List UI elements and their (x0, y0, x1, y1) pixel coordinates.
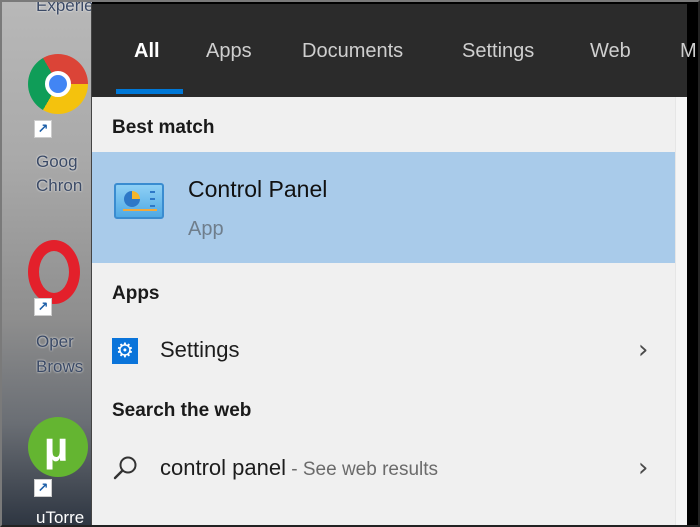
section-title-best-match: Best match (112, 117, 215, 138)
desktop-icon-label-experience[interactable]: Experie (36, 2, 92, 16)
best-match-name: Control Panel (188, 176, 328, 202)
web-search-text: control panel - See web results (160, 455, 438, 481)
web-search-result[interactable]: control panel - See web results › (92, 444, 674, 494)
screenshot-frame: Experie ↗ Goog Chron ↗ Oper Brows ↗ uTor… (0, 0, 700, 527)
chevron-right-icon[interactable]: › (638, 335, 648, 365)
scrollbar-track[interactable] (675, 97, 687, 525)
section-title-search-web: Search the web (112, 400, 252, 421)
best-match-result[interactable]: Control Panel App (92, 152, 687, 263)
desktop-icon-label-utorrent: uTorre (36, 508, 85, 527)
desktop-icon-opera[interactable] (28, 240, 92, 304)
app-result-settings[interactable]: ⚙ Settings › (92, 326, 674, 376)
control-panel-icon-dot (150, 205, 155, 207)
opera-icon (28, 240, 80, 304)
desktop-icon-label-chrome-2: Chron (36, 176, 83, 195)
search-panel: All Apps Documents Settings Web M Best m… (91, 4, 697, 525)
tab-more[interactable]: M (680, 38, 697, 64)
search-icon (113, 456, 137, 480)
web-search-query: control panel (160, 455, 286, 480)
section-title-apps: Apps (112, 283, 160, 304)
desktop-background: Experie ↗ Goog Chron ↗ Oper Brows ↗ uTor… (2, 2, 92, 527)
best-match-type: App (188, 218, 224, 240)
control-panel-icon-pie (124, 191, 140, 207)
shortcut-arrow-icon: ↗ (34, 479, 52, 497)
web-search-suffix: - See web results (285, 459, 439, 480)
shortcut-arrow-icon: ↗ (34, 298, 52, 316)
shortcut-arrow-icon: ↗ (34, 120, 52, 138)
app-result-label: Settings (160, 337, 240, 362)
chrome-icon (28, 54, 88, 114)
chevron-right-icon[interactable]: › (638, 453, 648, 483)
control-panel-icon (114, 183, 164, 219)
tab-documents[interactable]: Documents (302, 38, 403, 64)
control-panel-icon-bar (123, 209, 157, 211)
tab-settings[interactable]: Settings (462, 38, 534, 64)
tab-web[interactable]: Web (590, 38, 631, 64)
search-tabs: All Apps Documents Settings Web M (92, 4, 697, 97)
tab-all[interactable]: All (134, 38, 160, 64)
desktop-icon-chrome[interactable] (28, 54, 92, 114)
utorrent-icon (28, 417, 88, 477)
control-panel-icon-dot (150, 191, 155, 193)
control-panel-icon-dot (150, 198, 155, 200)
desktop-icon-label-chrome-1: Goog (36, 152, 78, 171)
desktop-icon-label-opera-2: Brows (36, 357, 84, 376)
desktop-icon-utorrent[interactable] (28, 417, 92, 477)
gear-icon: ⚙ (112, 338, 138, 364)
desktop-icon-label-opera-1: Oper (36, 332, 74, 351)
tab-apps[interactable]: Apps (206, 38, 252, 64)
active-tab-indicator (116, 89, 183, 94)
